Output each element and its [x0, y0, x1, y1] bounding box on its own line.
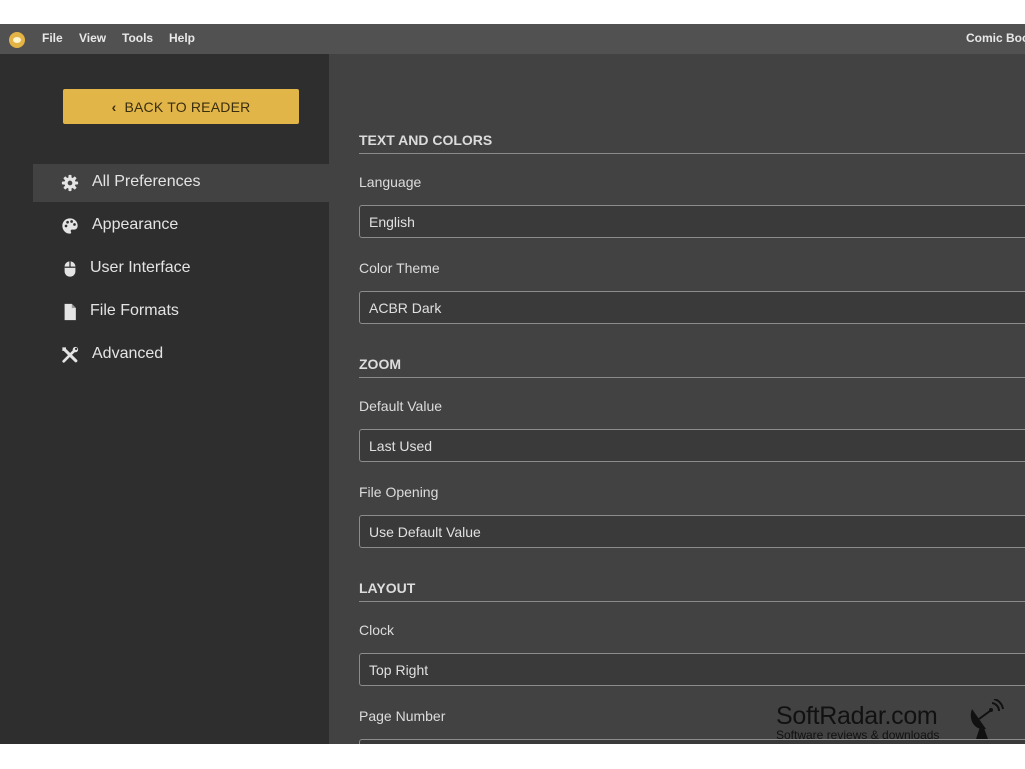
menu-file[interactable]: File: [42, 31, 63, 45]
sidebar: ‹ BACK TO READER All Preferences Appeara…: [0, 54, 329, 744]
section-title: ZOOM: [359, 356, 401, 372]
menu-help[interactable]: Help: [169, 31, 195, 45]
field-label: File Opening: [359, 484, 439, 500]
app-window: File View Tools Help Comic Boo ‹ BACK TO…: [0, 24, 1025, 744]
sidebar-item-file-formats[interactable]: File Formats: [33, 293, 329, 331]
back-to-reader-button[interactable]: ‹ BACK TO READER: [63, 89, 299, 124]
clock-select[interactable]: Top Right: [359, 653, 1025, 686]
color-theme-select[interactable]: ACBR Dark: [359, 291, 1025, 324]
sidebar-item-label: File Formats: [90, 302, 179, 319]
section-divider: [359, 153, 1025, 154]
field-label: Page Number: [359, 708, 446, 724]
sidebar-item-label: All Preferences: [92, 173, 201, 190]
section-title: TEXT AND COLORS: [359, 132, 493, 148]
zoom-file-opening-select[interactable]: Use Default Value: [359, 515, 1025, 548]
palette-icon: [62, 218, 78, 234]
sidebar-item-user-interface[interactable]: User Interface: [33, 250, 329, 288]
softradar-watermark: SoftRadar.com Software reviews & downloa…: [776, 699, 1004, 742]
window-title: Comic Boo: [966, 31, 1025, 45]
field-label: Language: [359, 174, 422, 190]
sidebar-item-label: User Interface: [90, 259, 191, 276]
gear-icon: [61, 174, 79, 192]
select-value: Top Right: [369, 662, 429, 678]
watermark-title: SoftRadar.com: [776, 702, 938, 730]
chevron-left-icon: ‹: [111, 98, 117, 115]
select-value: Last Used: [369, 438, 433, 454]
field-label: Clock: [359, 622, 395, 638]
field-label: Color Theme: [359, 260, 440, 276]
menu-view[interactable]: View: [79, 31, 106, 45]
menubar: File View Tools Help Comic Boo: [0, 24, 1025, 54]
select-value: ACBR Dark: [369, 300, 442, 316]
back-to-reader-label: BACK TO READER: [124, 98, 251, 115]
preferences-panel: TEXT AND COLORS Language English Color T…: [329, 54, 1025, 744]
language-select[interactable]: English: [359, 205, 1025, 238]
sidebar-item-label: Appearance: [92, 216, 179, 233]
section-title: LAYOUT: [359, 580, 416, 596]
menu-tools[interactable]: Tools: [122, 31, 153, 45]
section-divider: [359, 601, 1025, 602]
satellite-dish-icon: [970, 699, 1004, 739]
file-icon: [64, 303, 76, 321]
tools-icon: [62, 346, 79, 363]
field-label: Default Value: [359, 398, 443, 414]
zoom-default-value-select[interactable]: Last Used: [359, 429, 1025, 462]
sidebar-item-all-preferences[interactable]: All Preferences: [33, 164, 329, 202]
sidebar-item-label: Advanced: [92, 345, 164, 362]
watermark-subtitle: Software reviews & downloads: [776, 728, 940, 742]
section-divider: [359, 377, 1025, 378]
select-value: Use Default Value: [369, 524, 481, 540]
mouse-icon: [64, 261, 76, 277]
sidebar-item-advanced[interactable]: Advanced: [33, 336, 329, 374]
sidebar-item-appearance[interactable]: Appearance: [33, 207, 329, 245]
app-logo-icon: [9, 32, 25, 48]
select-value: English: [369, 214, 415, 230]
